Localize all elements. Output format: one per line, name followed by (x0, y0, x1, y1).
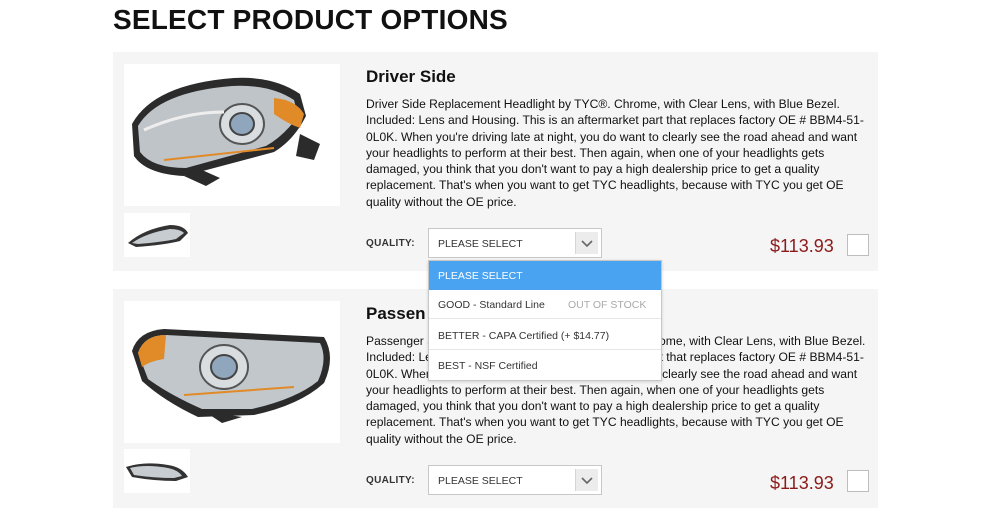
product-price: $113.93 (770, 473, 834, 493)
select-product-checkbox[interactable] (847, 234, 869, 256)
dropdown-option-better[interactable]: BETTER - CAPA Certified (+ $14.77) (429, 321, 661, 350)
headlight-thumbnail-image (126, 463, 188, 481)
dropdown-option-good[interactable]: GOOD - Standard Line OUT OF STOCK (429, 290, 661, 319)
headlight-thumbnail-image (128, 225, 188, 247)
dropdown-option-please-select[interactable]: PLEASE SELECT (429, 261, 661, 290)
quality-select-value: PLEASE SELECT (438, 475, 523, 487)
product-description: Driver Side Replacement Headlight by TYC… (366, 97, 864, 209)
product-thumbnail[interactable] (124, 449, 190, 493)
option-label: PLEASE SELECT (438, 270, 523, 282)
quality-label: QUALITY: (366, 238, 415, 249)
product-thumbnail[interactable] (124, 213, 190, 257)
product-image (124, 301, 340, 443)
chevron-down-icon[interactable] (575, 232, 598, 254)
chevron-down-icon[interactable] (575, 469, 598, 491)
quality-label: QUALITY: (366, 475, 415, 486)
product-card-driver: Driver Side Driver Side Replacement Head… (113, 52, 878, 271)
select-product-checkbox[interactable] (847, 470, 869, 492)
quality-select-value: PLEASE SELECT (438, 238, 523, 250)
product-image (124, 64, 340, 206)
quality-select[interactable]: PLEASE SELECT (428, 465, 602, 495)
option-label: BETTER - CAPA Certified (+ $14.77) (438, 330, 610, 342)
option-label: BEST - NSF Certified (438, 360, 538, 372)
product-price: $113.93 (770, 236, 834, 256)
product-name: Passen (366, 304, 426, 323)
headlight-image (132, 329, 330, 423)
option-label: GOOD - Standard Line (438, 299, 545, 311)
product-name: Driver Side (366, 67, 456, 86)
quality-dropdown-list: PLEASE SELECT GOOD - Standard Line OUT O… (428, 260, 662, 381)
out-of-stock-badge: OUT OF STOCK (568, 299, 647, 311)
dropdown-option-best[interactable]: BEST - NSF Certified (429, 351, 661, 380)
page-title: SELECT PRODUCT OPTIONS (113, 4, 508, 35)
quality-select[interactable]: PLEASE SELECT (428, 228, 602, 258)
headlight-image (132, 77, 320, 186)
